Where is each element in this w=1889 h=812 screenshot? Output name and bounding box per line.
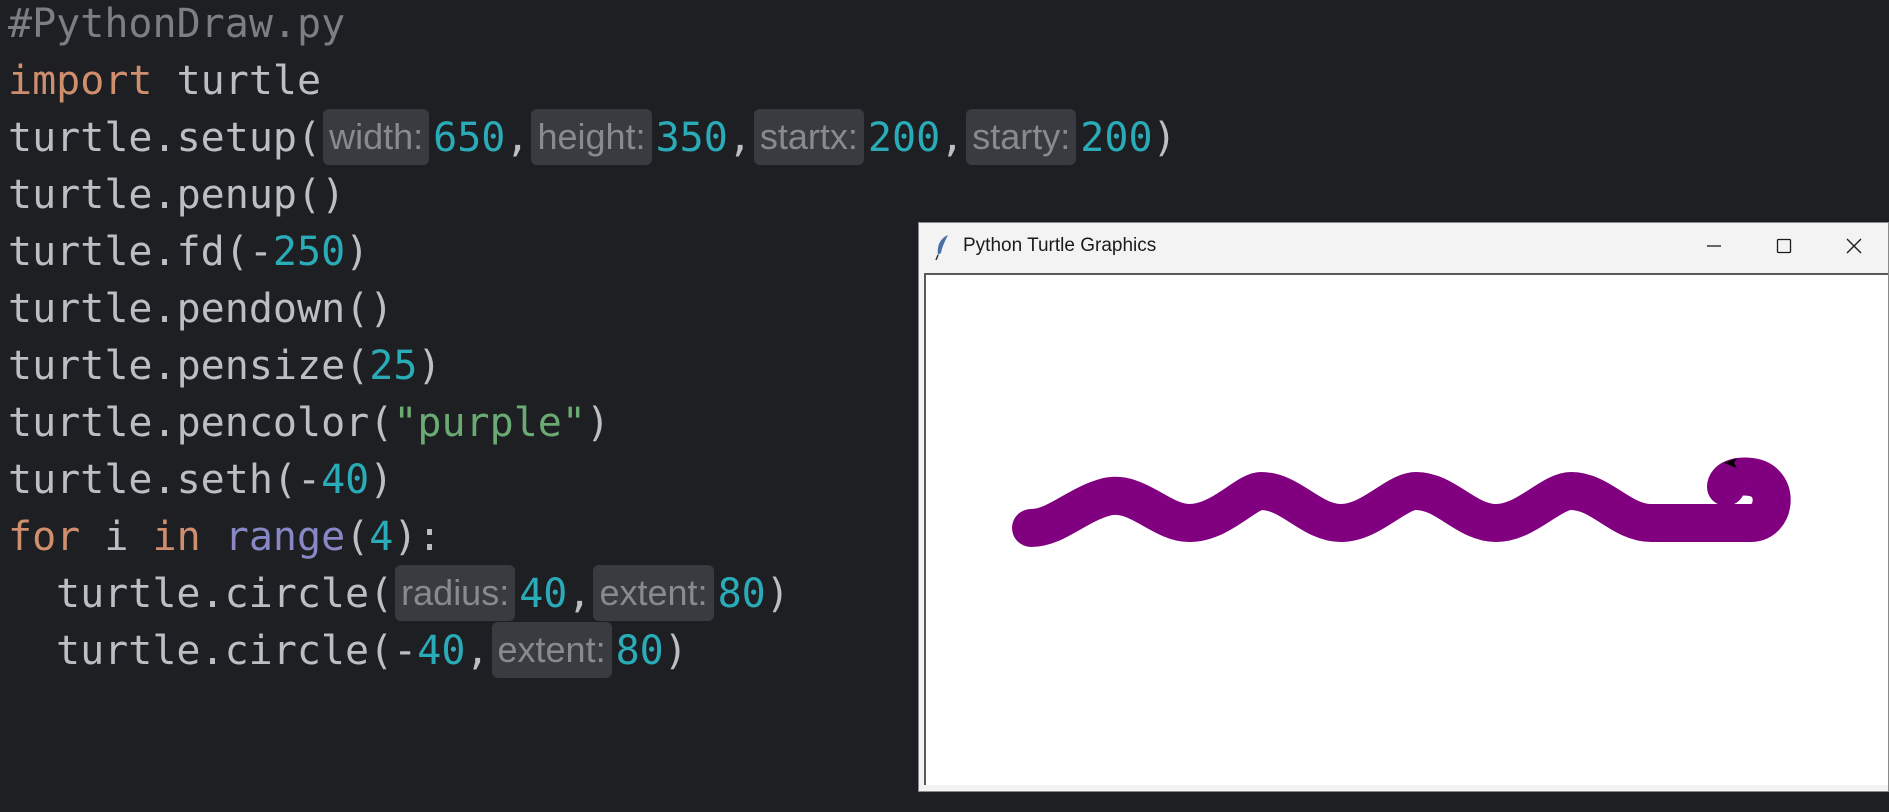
code-token: turtle.fd(- <box>8 229 273 275</box>
code-token: 80 <box>717 571 766 617</box>
code-token: ): <box>393 514 442 560</box>
window-title: Python Turtle Graphics <box>963 235 1157 256</box>
code-token: , <box>567 571 592 617</box>
window-titlebar[interactable]: Python Turtle Graphics <box>919 223 1888 269</box>
code-token: 25 <box>369 343 418 389</box>
code-token: turtle.penup() <box>8 172 346 218</box>
code-token: turtle.seth(- <box>8 457 322 503</box>
code-token: "purple" <box>393 400 586 446</box>
code-token: turtle <box>152 58 322 104</box>
maximize-button[interactable] <box>1750 223 1818 269</box>
code-token: , <box>940 115 965 161</box>
close-button[interactable] <box>1820 223 1888 269</box>
code-token: ( <box>345 514 370 560</box>
turtle-drawing <box>1012 457 1791 547</box>
parameter-hint: extent: <box>491 622 612 678</box>
parameter-hint: width: <box>323 109 430 165</box>
code-token: turtle.circle( <box>56 571 394 617</box>
parameter-hint: extent: <box>593 565 714 621</box>
code-token: , <box>465 628 490 674</box>
code-token: 40 <box>417 628 466 674</box>
code-token: 250 <box>272 229 346 275</box>
code-token: #PythonDraw.py <box>8 1 346 47</box>
code-token: for <box>8 514 81 560</box>
purple-snake-path <box>1012 457 1791 547</box>
code-token: turtle.pensize( <box>8 343 370 389</box>
code-token: , <box>727 115 752 161</box>
code-token: 200 <box>1080 115 1153 161</box>
code-token: 650 <box>433 115 506 161</box>
code-token: ) <box>765 571 790 617</box>
code-token: 200 <box>867 115 941 161</box>
parameter-hint: radius: <box>395 565 516 621</box>
code-token: turtle.pendown() <box>8 286 394 332</box>
code-token: ) <box>345 229 370 275</box>
maximize-icon <box>1776 238 1792 254</box>
code-token: turtle.pencolor( <box>8 400 394 446</box>
code-token: 40 <box>519 571 568 617</box>
code-token: 80 <box>615 628 664 674</box>
code-token: import <box>8 58 153 104</box>
parameter-hint: starty: <box>966 109 1077 165</box>
code-token: , <box>505 115 530 161</box>
code-token: turtle.circle(- <box>56 628 418 674</box>
turtle-graphics-window[interactable]: Python Turtle Graphics <box>918 222 1889 792</box>
code-token: ) <box>1152 115 1177 161</box>
code-token: ) <box>369 457 394 503</box>
code-token: ) <box>663 628 688 674</box>
code-token: 350 <box>655 115 728 161</box>
parameter-hint: startx: <box>753 109 864 165</box>
minimize-button[interactable] <box>1680 223 1748 269</box>
code-token: turtle.setup( <box>8 115 322 161</box>
code-token: i <box>80 514 153 560</box>
turtle-canvas[interactable] <box>924 273 1888 785</box>
code-token: ) <box>417 343 442 389</box>
feather-icon <box>933 233 953 261</box>
code-token: 4 <box>369 514 394 560</box>
code-token: in <box>152 514 201 560</box>
code-token: range <box>224 514 346 560</box>
close-icon <box>1846 238 1862 254</box>
minimize-icon <box>1707 245 1721 247</box>
code-line[interactable]: turtle.circle(-40, extent: 80) <box>56 617 688 685</box>
parameter-hint: height: <box>531 109 652 165</box>
code-token: ) <box>585 400 611 446</box>
code-token: 40 <box>321 457 370 503</box>
